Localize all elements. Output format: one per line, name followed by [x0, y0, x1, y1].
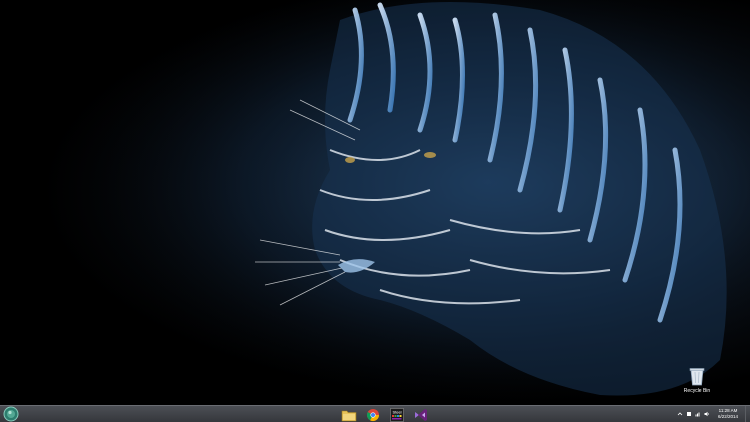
visual-studio-icon — [415, 409, 427, 421]
system-tray: 11:28 AM 6/22/2014 — [677, 406, 750, 422]
recycle-bin-desktop-icon[interactable]: Recycle Bin — [681, 366, 713, 400]
steel-app-button[interactable]: Steel — [389, 407, 405, 422]
steel-app-text: Steel — [392, 409, 401, 414]
chrome-button[interactable] — [365, 407, 381, 422]
fractal-tiger-icon — [0, 0, 750, 405]
show-hidden-icons-button[interactable] — [677, 411, 683, 418]
action-center-button[interactable] — [686, 411, 692, 418]
network-button[interactable] — [695, 411, 701, 418]
start-button[interactable] — [3, 406, 19, 422]
show-desktop-button[interactable] — [745, 406, 750, 422]
recycle-bin-label: Recycle Bin — [683, 388, 711, 394]
network-icon — [695, 412, 700, 417]
visual-studio-button[interactable] — [413, 407, 429, 421]
file-explorer-button[interactable] — [341, 407, 357, 422]
clock-date: 6/22/2014 — [717, 414, 739, 419]
taskbar: Steel 11:28 AM 6/22/2014 — [0, 405, 750, 422]
steel-app-icon: Steel — [390, 408, 404, 422]
windows-orb-icon — [3, 406, 19, 422]
recycle-bin-icon — [689, 368, 705, 386]
volume-button[interactable] — [704, 411, 710, 418]
file-explorer-icon — [341, 410, 357, 422]
volume-icon — [704, 411, 709, 417]
show-hidden-icon — [677, 412, 683, 416]
chrome-icon — [366, 409, 379, 422]
desktop[interactable]: Recycle Bin Steel 11:28 AM 6/22/2014 — [0, 0, 750, 422]
clock[interactable]: 11:28 AM 6/22/2014 — [713, 408, 743, 420]
action-center-icon — [687, 412, 691, 416]
